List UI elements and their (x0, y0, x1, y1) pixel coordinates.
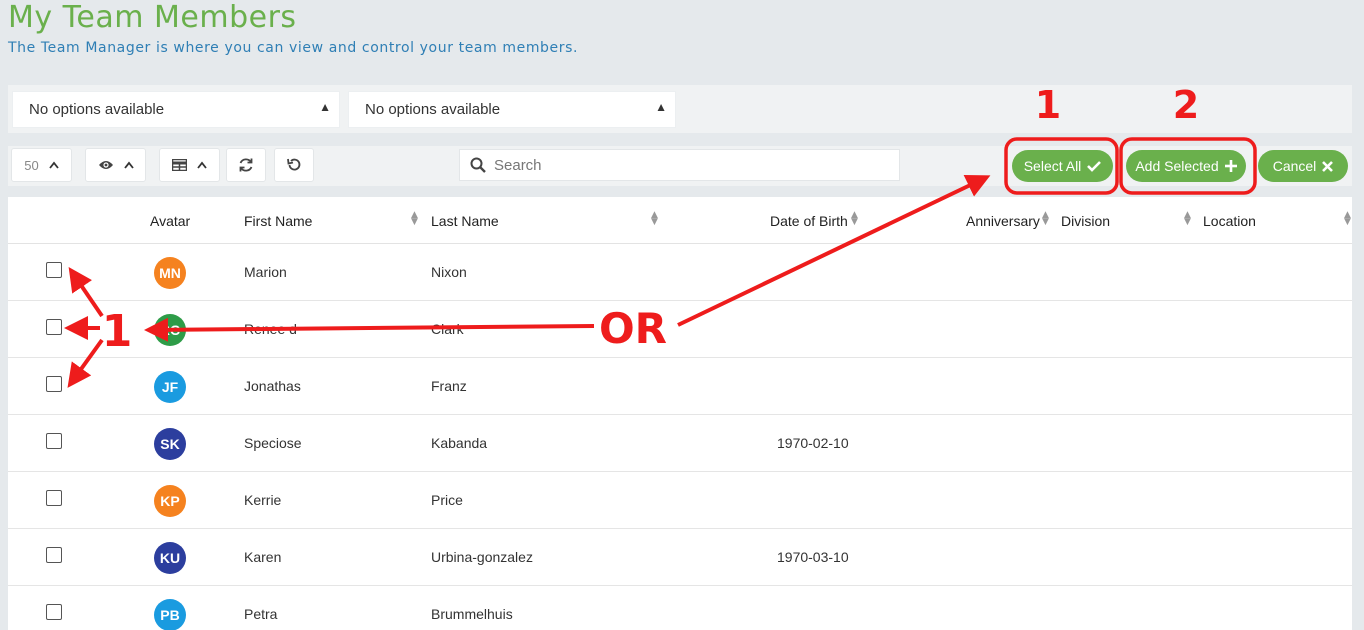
column-header-first-name[interactable]: First Name (244, 213, 312, 229)
table-row[interactable]: RC Renee d Clark (8, 301, 1352, 358)
last-name-cell: Nixon (431, 264, 467, 280)
dob-cell: 1970-03-10 (777, 549, 849, 565)
avatar: RC (154, 314, 186, 346)
check-icon (1087, 161, 1102, 172)
avatar: PB (154, 599, 186, 630)
avatar: KU (154, 542, 186, 574)
chevron-up-icon (197, 161, 207, 169)
last-name-cell: Kabanda (431, 435, 488, 451)
column-header-division[interactable]: Division (1061, 213, 1110, 229)
first-name-cell: Renee d (244, 321, 297, 337)
last-name-cell: Franz (431, 378, 467, 394)
chevron-up-icon: ▲ (319, 100, 331, 114)
table-row[interactable]: SK Speciose Kabanda 1970-02-10 (8, 415, 1352, 472)
first-name-cell: Kerrie (244, 492, 282, 508)
add-selected-label: Add Selected (1135, 158, 1219, 174)
table-row[interactable]: KU Karen Urbina-gonzalez 1970-03-10 (8, 529, 1352, 586)
row-checkbox[interactable] (46, 490, 62, 506)
table-icon (172, 159, 187, 171)
page-subtitle: The Team Manager is where you can view a… (8, 40, 579, 56)
search-icon (470, 157, 486, 173)
sort-icon[interactable]: ▲ ▼ (651, 211, 658, 227)
sort-icon[interactable]: ▲ ▼ (1184, 211, 1191, 227)
refresh-icon (239, 158, 253, 172)
reset-button[interactable] (274, 148, 314, 182)
row-checkbox[interactable] (46, 376, 62, 392)
first-name-cell: Speciose (244, 435, 302, 451)
chevron-up-icon (123, 161, 134, 169)
column-header-avatar: Avatar (150, 213, 191, 229)
filter-select-2-value: No options available (365, 101, 501, 118)
search-input[interactable]: Search (459, 149, 900, 181)
sort-icon[interactable]: ▲ ▼ (1344, 211, 1351, 227)
column-visibility-button[interactable] (85, 148, 146, 182)
toolbar: 50 Search Select All Add Selected Cancel (8, 146, 1352, 186)
table-row[interactable]: PB Petra Brummelhuis (8, 586, 1352, 630)
page-title: My Team Members (8, 0, 297, 35)
table-row[interactable]: JF Jonathas Franz (8, 358, 1352, 415)
undo-icon (287, 158, 301, 171)
column-header-anniversary[interactable]: Anniversary (966, 213, 1040, 229)
select-all-button[interactable]: Select All (1012, 150, 1113, 182)
page-size-select[interactable]: 50 (11, 148, 72, 182)
filter-bar: No options available ▲ No options availa… (8, 85, 1352, 133)
refresh-button[interactable] (226, 148, 266, 182)
last-name-cell: Price (431, 492, 463, 508)
page-size-value: 50 (24, 157, 39, 173)
search-placeholder: Search (494, 156, 542, 174)
filter-select-1-value: No options available (29, 101, 165, 118)
table-row[interactable]: MN Marion Nixon (8, 244, 1352, 301)
row-checkbox[interactable] (46, 547, 62, 563)
sort-icon[interactable]: ▲ ▼ (1042, 211, 1049, 227)
avatar: JF (154, 371, 186, 403)
first-name-cell: Karen (244, 549, 282, 565)
filter-select-1[interactable]: No options available ▲ (12, 91, 340, 128)
close-icon (1322, 160, 1334, 172)
eye-icon (98, 161, 113, 169)
sort-icon[interactable]: ▲ ▼ (411, 211, 418, 227)
first-name-cell: Marion (244, 264, 287, 280)
team-members-table: Avatar First Name ▲ ▼ Last Name ▲ ▼ Date o… (8, 197, 1352, 630)
last-name-cell: Brummelhuis (431, 606, 513, 622)
cancel-button[interactable]: Cancel (1258, 150, 1348, 182)
avatar: MN (154, 257, 186, 289)
avatar: KP (154, 485, 186, 517)
table-row[interactable]: KP Kerrie Price (8, 472, 1352, 529)
row-checkbox[interactable] (46, 604, 62, 620)
table-header: Avatar First Name ▲ ▼ Last Name ▲ ▼ Date o… (8, 197, 1352, 244)
column-header-last-name[interactable]: Last Name (431, 213, 499, 229)
row-checkbox[interactable] (46, 433, 62, 449)
first-name-cell: Jonathas (244, 378, 301, 394)
first-name-cell: Petra (244, 606, 278, 622)
sort-icon[interactable]: ▲ ▼ (851, 211, 858, 227)
avatar: SK (154, 428, 186, 460)
add-selected-button[interactable]: Add Selected (1126, 150, 1246, 182)
row-checkbox[interactable] (46, 262, 62, 278)
chevron-up-icon (49, 161, 59, 169)
chevron-up-icon: ▲ (655, 100, 667, 114)
plus-icon (1224, 160, 1237, 172)
last-name-cell: Urbina-gonzalez (431, 549, 533, 565)
table-layout-button[interactable] (159, 148, 220, 182)
column-header-date-of-birth[interactable]: Date of Birth (770, 213, 848, 229)
cancel-label: Cancel (1272, 158, 1317, 174)
filter-select-2[interactable]: No options available ▲ (348, 91, 676, 128)
row-checkbox[interactable] (46, 319, 62, 335)
last-name-cell: Clark (431, 321, 464, 337)
dob-cell: 1970-02-10 (777, 435, 849, 451)
select-all-label: Select All (1023, 158, 1082, 174)
column-header-location[interactable]: Location (1203, 213, 1256, 229)
